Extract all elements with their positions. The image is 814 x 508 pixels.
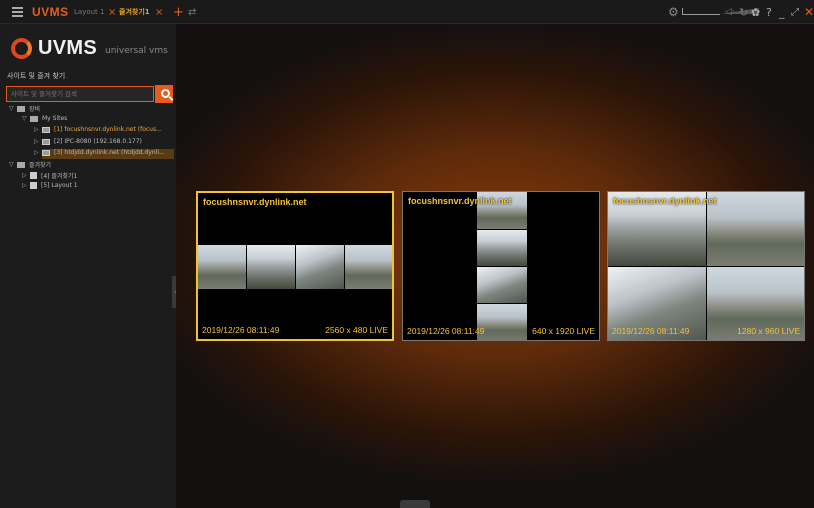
camera-feed: [345, 245, 392, 289]
tile-resolution: 2560 x 480 LIVE: [325, 325, 388, 335]
tree-item-label: 장비: [29, 106, 41, 113]
tree-item-site-3[interactable]: ▷ [3] htdjdd.dynlink.net (htdjdd.dynli..…: [34, 149, 165, 156]
video-tile[interactable]: focushnsnvr.dynlink.net 2019/12/26 08:11…: [607, 191, 805, 341]
tile-timestamp: 2019/12/26 08:11:49: [612, 326, 690, 336]
video-tile[interactable]: focushnsnvr.dynlink.net 2019/12/26 08:11…: [402, 191, 600, 341]
tile-resolution: 640 x 1920 LIVE: [532, 326, 595, 336]
tree-item-label: [1] focushnsnvr.dynlink.net (focus...: [54, 126, 162, 133]
tile-timestamp: 2019/12/26 08:11:49: [407, 326, 485, 336]
sidebar-title: 사이트 및 즐겨 찾기: [7, 72, 66, 80]
recorder-icon: [42, 126, 50, 133]
maximize-icon[interactable]: ⤢: [791, 4, 799, 20]
tree-item-label: [4] 즐겨찾기1: [41, 173, 78, 180]
expand-arrow-icon[interactable]: ▽: [22, 115, 30, 122]
camera-feed: [198, 245, 246, 289]
tree-item-label: [2] IPC-8080 (192.168.0.177): [54, 138, 142, 145]
camera-feed: [247, 245, 295, 289]
app-window: UVMS Layout 1 × 즐겨찾기1 × + ⇄ ⚙ ◁· ↻ ✿ ? _…: [0, 0, 814, 508]
camera-feed: [477, 230, 527, 266]
expand-arrow-icon[interactable]: ▷: [22, 172, 30, 179]
camera-feed: [707, 192, 804, 266]
close-icon[interactable]: ✕: [804, 4, 814, 20]
video-tile[interactable]: focushnsnvr.dynlink.net 2019/12/26 08:11…: [196, 191, 394, 341]
search-icon: [160, 88, 170, 98]
top-bar: UVMS Layout 1 × 즐겨찾기1 × + ⇄ ⚙ ◁· ↻ ✿ ? _…: [0, 0, 814, 24]
app-brand: UVMS: [32, 5, 69, 19]
tile-resolution: 1280 x 960 LIVE: [737, 326, 800, 336]
tile-timestamp: 2019/12/26 08:11:49: [202, 325, 280, 335]
search-button[interactable]: [155, 85, 173, 103]
tree-item-devices[interactable]: ▽ 장비: [9, 104, 40, 113]
tree-item-label: [3] htdjdd.dynlink.net (htdjdd.dynli...: [54, 149, 165, 156]
help-icon[interactable]: ?: [766, 4, 772, 20]
camera-feed: [477, 267, 527, 303]
volume-slider[interactable]: [682, 8, 759, 15]
layout-icon: [30, 182, 37, 189]
expand-arrow-icon[interactable]: ▷: [22, 182, 30, 189]
tree-item-layout-1[interactable]: ▷ [5] Layout 1: [22, 182, 78, 189]
tile-title: focushnsnvr.dynlink.net: [408, 196, 512, 206]
expand-arrow-icon[interactable]: ▽: [9, 105, 17, 112]
expand-arrow-icon[interactable]: ▽: [9, 161, 17, 168]
tile-title: focushnsnvr.dynlink.net: [203, 197, 307, 207]
tile-title: focushnsnvr.dynlink.net: [613, 196, 717, 206]
tree-item-site-2[interactable]: ▷ [2] IPC-8080 (192.168.0.177): [34, 138, 142, 145]
tree-item-my-sites[interactable]: ▽ My Sites: [22, 115, 67, 122]
search-input[interactable]: [11, 90, 153, 98]
expand-arrow-icon[interactable]: ▷: [34, 138, 42, 145]
ptz-icon[interactable]: ⚙: [668, 4, 679, 20]
tab-layout-1[interactable]: Layout 1: [74, 4, 104, 20]
menu-icon[interactable]: [12, 4, 24, 20]
swap-icon[interactable]: ⇄: [188, 4, 196, 20]
settings-icon[interactable]: ✿: [751, 4, 760, 20]
folder-icon: [30, 115, 38, 122]
add-tab-icon[interactable]: +: [173, 4, 184, 20]
refresh-icon[interactable]: ↻: [739, 4, 748, 20]
bottom-panel-handle[interactable]: [400, 500, 430, 508]
logo: UVMS universal vms: [11, 37, 168, 60]
expand-arrow-icon[interactable]: ▷: [34, 126, 42, 133]
folder-icon: [17, 161, 25, 168]
tree-item-favorites[interactable]: ▽ 즐겨찾기: [9, 160, 51, 169]
tab-favorites-1[interactable]: 즐겨찾기1: [119, 4, 150, 20]
camera-feed: [477, 304, 527, 340]
tab-favorites-1-close-icon[interactable]: ×: [155, 4, 163, 20]
logo-text: UVMS: [38, 37, 97, 59]
logo-subtitle: universal vms: [104, 46, 168, 56]
expand-arrow-icon[interactable]: ▷: [34, 149, 42, 156]
minimize-icon[interactable]: _: [779, 4, 785, 20]
search-field[interactable]: [6, 86, 154, 102]
camera-feed: [296, 245, 344, 289]
folder-icon: [17, 105, 25, 112]
tree-item-label: 즐겨찾기: [29, 162, 52, 169]
tree-item-site-1[interactable]: ▷ [1] focushnsnvr.dynlink.net (focus...: [34, 126, 162, 133]
tree-item-label: My Sites: [42, 115, 68, 122]
tree-item-label: [5] Layout 1: [41, 182, 78, 189]
tree-item-favorites-1[interactable]: ▷ [4] 즐겨찾기1: [22, 171, 77, 180]
video-wall: focushnsnvr.dynlink.net 2019/12/26 08:11…: [176, 24, 814, 508]
logo-ring-icon: [11, 38, 32, 59]
speaker-icon[interactable]: ◁·: [725, 4, 735, 20]
tab-layout-1-close-icon[interactable]: ×: [108, 4, 116, 20]
recorder-icon: [42, 149, 50, 156]
layout-icon: [30, 172, 37, 179]
sidebar: UVMS universal vms 사이트 및 즐겨 찾기 ▽ 장비 ▽ My…: [0, 24, 179, 508]
recorder-icon: [42, 138, 50, 145]
